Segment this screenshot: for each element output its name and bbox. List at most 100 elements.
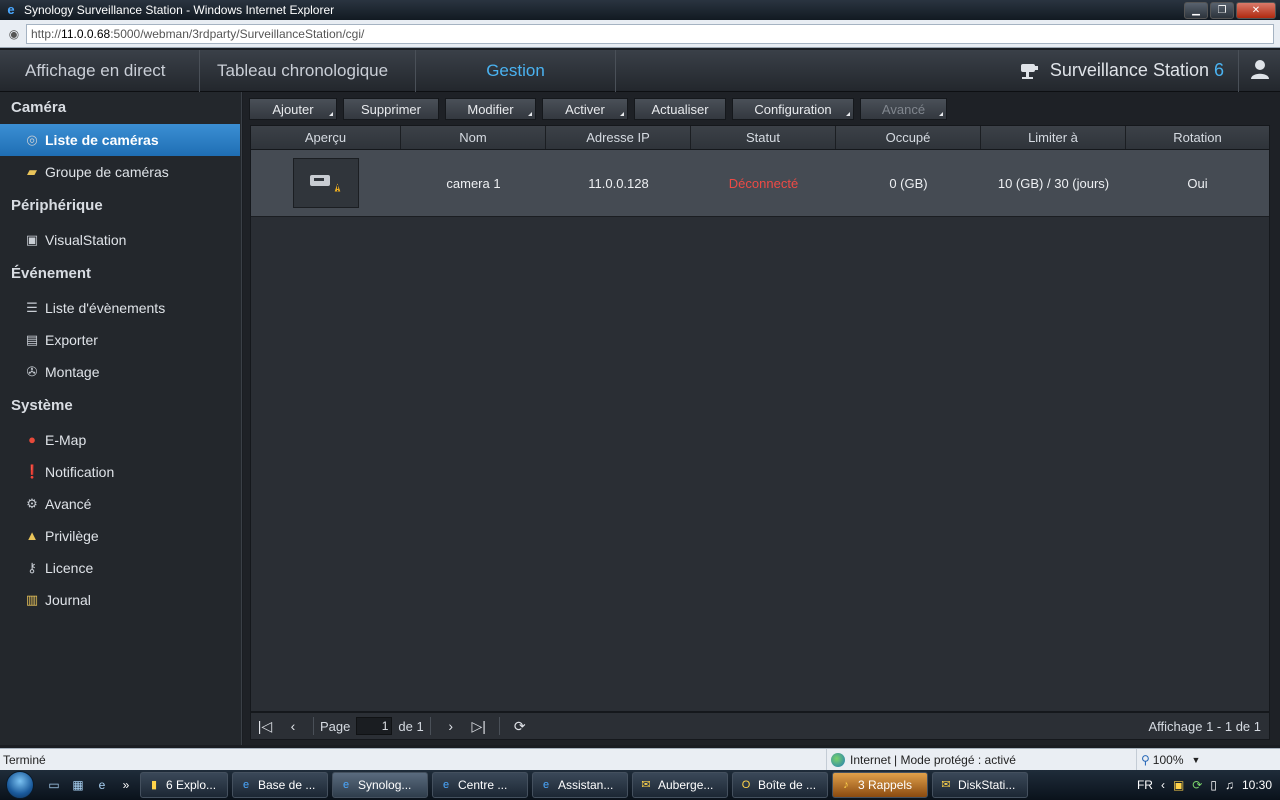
dropdown-arrow-icon	[528, 112, 532, 116]
column-header-preview[interactable]: Aperçu	[251, 126, 401, 149]
dropdown-arrow-icon	[620, 112, 624, 116]
reel-icon: ✇	[26, 364, 38, 379]
sidebar-section-event: Événement	[11, 265, 92, 282]
sidebar-item-event-list[interactable]: ☰ Liste d'évènements	[0, 292, 241, 324]
sidebar-item-camera-group[interactable]: ▰ Groupe de caméras	[0, 156, 241, 188]
sidebar-item-emap[interactable]: ● E-Map	[0, 424, 241, 456]
sidebar: Caméra ◎ Liste de caméras ▰ Groupe de ca…	[0, 92, 242, 745]
edit-button[interactable]: Modifier	[445, 98, 536, 120]
taskbar-item[interactable]: e Centre ...	[432, 772, 528, 798]
app-header: Affichage en direct Tableau chronologiqu…	[0, 49, 1280, 92]
zoom-icon: ⚲	[1141, 752, 1150, 767]
storage-limit: 10 (GB) / 30 (jours)	[997, 175, 1110, 191]
sidebar-item-label: Journal	[45, 592, 91, 608]
brand-name: Surveillance Station	[1049, 60, 1209, 80]
advanced-button[interactable]: Avancé	[860, 98, 947, 120]
security-zone[interactable]: Internet | Mode protégé : activé	[826, 748, 1136, 771]
list-icon: ☰	[26, 300, 38, 315]
tab-live-view[interactable]: Affichage en direct	[0, 49, 200, 92]
sidebar-item-journal[interactable]: ▥ Journal	[0, 584, 241, 616]
reload-icon[interactable]: ⟳	[506, 714, 534, 738]
mail-icon: ✉	[941, 779, 951, 791]
column-header-rotation[interactable]: Rotation	[1126, 126, 1269, 149]
volume-icon[interactable]: ♫	[1225, 778, 1234, 792]
brand: Surveillance Station 6	[1018, 60, 1238, 82]
minimize-button[interactable]: ▁	[1184, 1, 1208, 19]
page-number-input[interactable]	[356, 717, 393, 735]
taskbar-item[interactable]: ♪ 3 Rappels	[832, 772, 928, 798]
sidebar-item-visualstation[interactable]: ▣ VisualStation	[0, 224, 241, 256]
tab-timeline-label: Tableau chronologique	[217, 60, 389, 80]
sidebar-item-label: Licence	[45, 560, 94, 576]
address-bar: ◉ http://11.0.0.68:5000/webman/3rdparty/…	[0, 20, 1280, 48]
rotation-value: Oui	[1187, 175, 1208, 191]
sidebar-item-advanced[interactable]: ⚙ Avancé	[0, 488, 241, 520]
switch-windows-icon[interactable]: ▦	[68, 775, 88, 795]
zoom-control[interactable]: ⚲ 100% ▼	[1136, 748, 1200, 771]
restore-button[interactable]: ❐	[1210, 1, 1234, 19]
storage-used: 0 (GB)	[889, 175, 928, 191]
tray-sync-icon[interactable]: ⟳	[1192, 778, 1202, 792]
column-header-used[interactable]: Occupé	[836, 126, 981, 149]
tray-outlook-icon[interactable]: ▣	[1173, 778, 1184, 792]
column-header-name[interactable]: Nom	[401, 126, 546, 149]
clock[interactable]: 10:30	[1242, 778, 1272, 792]
taskbar-item-label: Auberge...	[658, 778, 714, 792]
configuration-button-label: Configuration	[754, 101, 832, 117]
enable-button-label: Activer	[565, 101, 605, 117]
folder-icon: ▮	[150, 779, 158, 791]
delete-button[interactable]: Supprimer	[343, 98, 439, 120]
taskbar-item-label: Centre ...	[458, 778, 508, 792]
taskbar-item[interactable]: e Synolog...	[332, 772, 428, 798]
camera-icon: ◎	[26, 132, 38, 147]
language-indicator[interactable]: FR	[1137, 778, 1153, 792]
sidebar-item-privilege[interactable]: ▲ Privilège	[0, 520, 241, 552]
configuration-button[interactable]: Configuration	[732, 98, 854, 120]
first-page-button[interactable]: |◁	[251, 714, 279, 738]
show-desktop-icon[interactable]: ▭	[44, 775, 64, 795]
user-menu-button[interactable]	[1238, 49, 1280, 92]
column-header-limit[interactable]: Limiter à	[981, 126, 1126, 149]
enable-button[interactable]: Activer	[542, 98, 628, 120]
status-badge: Déconnecté	[728, 175, 799, 191]
sidebar-section-camera: Caméra	[11, 99, 67, 116]
taskbar-item[interactable]: e Base de ...	[232, 772, 328, 798]
taskbar-item[interactable]: O Boîte de ...	[732, 772, 828, 798]
sidebar-item-camera-list[interactable]: ◎ Liste de caméras	[0, 124, 240, 156]
sidebar-item-notification[interactable]: ❗ Notification	[0, 456, 241, 488]
pager-divider	[429, 717, 431, 735]
start-button[interactable]	[0, 770, 40, 800]
taskbar-item[interactable]: ✉ DiskStati...	[932, 772, 1028, 798]
sidebar-item-export[interactable]: ▤ Exporter	[0, 324, 241, 356]
taskbar-item[interactable]: e Assistan...	[532, 772, 628, 798]
sidebar-item-license[interactable]: ⚷ Licence	[0, 552, 241, 584]
journal-icon: ▥	[25, 592, 39, 607]
taskbar-item[interactable]: ✉ Auberge...	[632, 772, 728, 798]
tray-chevron-icon[interactable]: ‹	[1161, 778, 1165, 792]
tray-network-icon[interactable]: ▯	[1210, 778, 1217, 792]
table-row[interactable]: camera 1 11.0.0.128 Déconnecté 0 (GB) 10…	[251, 150, 1269, 217]
preview-cell	[251, 158, 401, 208]
close-button[interactable]: ✕	[1236, 1, 1276, 19]
column-header-ip[interactable]: Adresse IP	[546, 126, 691, 149]
last-page-button[interactable]: ▷|	[465, 714, 493, 738]
sidebar-item-label: Exporter	[45, 332, 98, 348]
sidebar-item-label: Avancé	[45, 496, 92, 512]
next-page-button[interactable]: ›	[437, 714, 465, 738]
add-button[interactable]: Ajouter	[249, 98, 337, 120]
chevron-right-icon[interactable]: »	[116, 775, 136, 795]
url-field[interactable]: http://11.0.0.68:5000/webman/3rdparty/Su…	[26, 23, 1274, 44]
sidebar-item-montage[interactable]: ✇ Montage	[0, 356, 241, 388]
url-path: :5000/webman/3rdparty/SurveillanceStatio…	[110, 26, 365, 41]
refresh-button-label: Actualiser	[651, 101, 709, 117]
previous-page-button[interactable]: ‹	[279, 714, 307, 738]
refresh-button[interactable]: Actualiser	[634, 98, 726, 120]
ie-quicklaunch-icon[interactable]: e	[92, 775, 112, 795]
taskbar-item[interactable]: ▮ 6 Explo...	[140, 772, 228, 798]
system-tray: FR ‹ ▣ ⟳ ▯ ♫ 10:30	[1137, 778, 1280, 792]
column-header-status[interactable]: Statut	[691, 126, 836, 149]
tab-timeline[interactable]: Tableau chronologique	[200, 49, 416, 92]
map-pin-icon: ●	[28, 432, 36, 447]
dropdown-arrow-icon	[329, 112, 333, 116]
tab-management[interactable]: Gestion	[416, 49, 616, 92]
